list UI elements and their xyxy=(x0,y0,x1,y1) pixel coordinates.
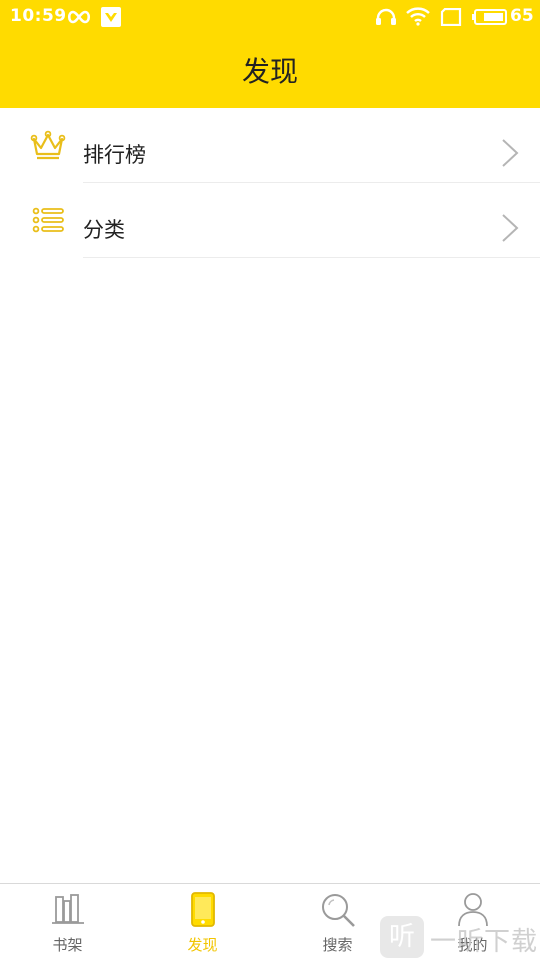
watermark: 听 一听下载 xyxy=(380,912,540,958)
bookshelf-icon xyxy=(51,894,84,924)
menu-item-ranking[interactable]: 排行榜 xyxy=(0,108,540,183)
search-icon xyxy=(321,894,355,927)
chevron-right-icon xyxy=(502,214,519,242)
watermark-logo: 听 xyxy=(380,916,424,958)
divider xyxy=(83,257,540,258)
watermark-text: 一听下载 xyxy=(430,927,539,957)
vpn-shield-icon xyxy=(101,7,121,27)
sim-icon xyxy=(440,8,462,26)
tab-label: 书架 xyxy=(52,936,83,954)
menu-item-label: 分类 xyxy=(83,218,125,242)
page-title: 发现 xyxy=(241,55,298,88)
tab-discover[interactable]: 发现 xyxy=(135,884,270,960)
list-icon xyxy=(32,207,64,233)
chevron-right-icon xyxy=(502,139,519,167)
headphones-icon xyxy=(376,8,396,25)
tab-bookshelf[interactable]: 书架 xyxy=(0,884,135,960)
battery-level: 65 xyxy=(510,6,534,26)
app-header: 10:59 65 发现 xyxy=(0,0,540,108)
status-time: 10:59 xyxy=(10,6,67,26)
status-bar: 10:59 65 xyxy=(0,0,540,34)
crown-icon xyxy=(30,130,66,160)
infinity-icon xyxy=(67,10,91,24)
battery-icon xyxy=(472,9,507,25)
discover-menu: 排行榜 分类 xyxy=(0,108,540,258)
discover-phone-icon xyxy=(190,892,215,927)
menu-item-category[interactable]: 分类 xyxy=(0,183,540,258)
wifi-icon xyxy=(406,7,430,26)
menu-item-label: 排行榜 xyxy=(83,143,146,167)
tab-label: 发现 xyxy=(187,936,218,954)
